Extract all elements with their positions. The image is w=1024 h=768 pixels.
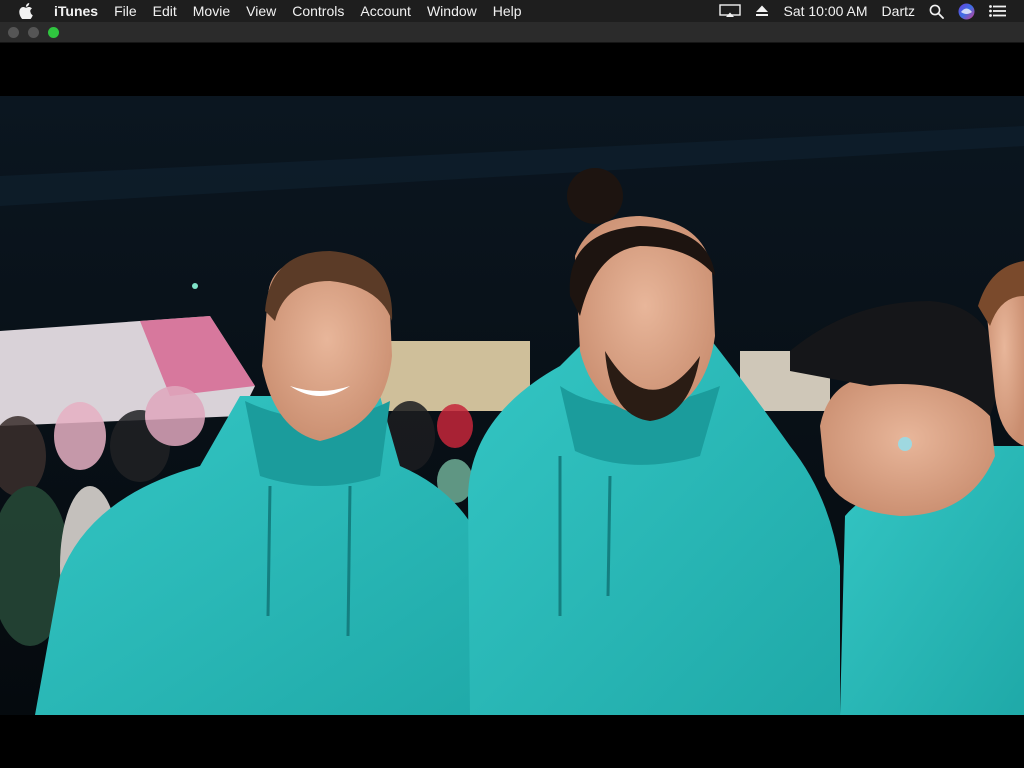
airplay-display-icon[interactable] xyxy=(712,0,748,22)
video-frame[interactable] xyxy=(0,96,1024,715)
menu-itunes[interactable]: iTunes xyxy=(48,0,106,22)
menu-movie[interactable]: Movie xyxy=(185,0,238,22)
menu-help[interactable]: Help xyxy=(485,0,530,22)
menu-controls[interactable]: Controls xyxy=(284,0,352,22)
menu-bar: iTunes File Edit Movie View Controls Acc… xyxy=(0,0,1024,22)
menu-bar-clock[interactable]: Sat 10:00 AM xyxy=(776,0,874,22)
menu-view[interactable]: View xyxy=(238,0,284,22)
minimize-window-button[interactable] xyxy=(28,27,39,38)
eject-icon[interactable] xyxy=(748,0,776,22)
fast-user-switch[interactable]: Dartz xyxy=(875,0,922,22)
window-title-bar[interactable] xyxy=(0,22,1024,43)
close-window-button[interactable] xyxy=(8,27,19,38)
apple-menu-icon[interactable] xyxy=(19,3,33,19)
menu-account[interactable]: Account xyxy=(352,0,419,22)
siri-icon[interactable] xyxy=(951,0,982,22)
zoom-window-button[interactable] xyxy=(48,27,59,38)
menu-window[interactable]: Window xyxy=(419,0,485,22)
menu-edit[interactable]: Edit xyxy=(145,0,185,22)
video-frame-image xyxy=(0,96,1024,715)
notification-center-icon[interactable] xyxy=(982,0,1014,22)
search-icon[interactable] xyxy=(922,0,951,22)
menu-file[interactable]: File xyxy=(106,0,145,22)
video-player[interactable] xyxy=(0,43,1024,768)
